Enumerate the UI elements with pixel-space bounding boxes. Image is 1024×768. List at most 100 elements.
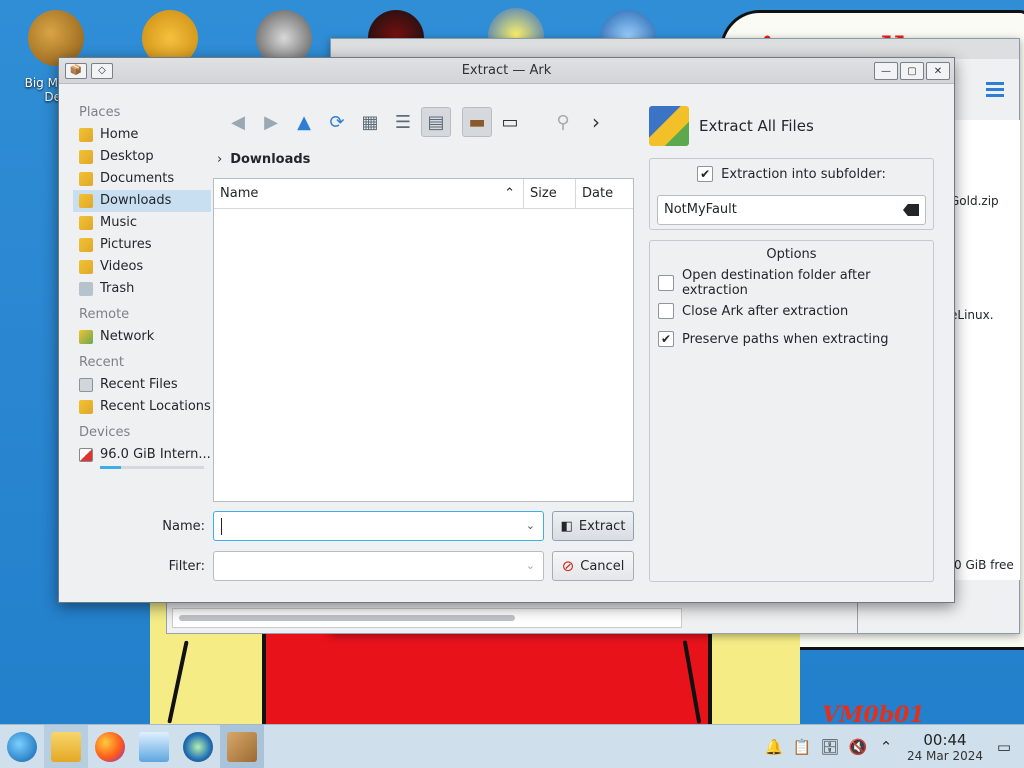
horizontal-scrollbar[interactable]	[172, 608, 682, 628]
sidebar-item-label: Network	[100, 329, 155, 344]
column-header-date[interactable]: Date	[576, 179, 633, 208]
sidebar-item-trash[interactable]: Trash	[73, 278, 211, 300]
close-button[interactable]: ✕	[926, 62, 950, 80]
task-system-settings[interactable]	[132, 725, 176, 768]
chevron-down-icon[interactable]: ⌄	[526, 559, 535, 572]
notifications-bell-icon[interactable]: 🔔	[760, 738, 788, 756]
sidebar-item-recent-locations[interactable]: Recent Locations	[73, 396, 211, 418]
cancel-button[interactable]: ⊘ Cancel	[552, 551, 634, 581]
options-group: Options Open destination folder after ex…	[649, 240, 934, 582]
back-arrow-icon[interactable]: ◀	[223, 107, 253, 137]
breadcrumb[interactable]: › Downloads	[217, 152, 310, 167]
drive-usage-fill	[100, 466, 121, 469]
sidebar-item-drive[interactable]: 96.0 GiB Intern...	[73, 444, 211, 466]
clock[interactable]: 00:44 24 Mar 2024	[904, 730, 986, 763]
volume-muted-icon[interactable]: 🔇	[844, 738, 872, 756]
clear-text-icon[interactable]	[903, 204, 919, 216]
sidebar-item-label: Home	[100, 127, 139, 142]
app-menu-icon[interactable]: 📦	[65, 62, 87, 79]
sort-ascending-icon: ⌃	[504, 186, 515, 201]
open-destination-checkbox[interactable]	[658, 275, 674, 291]
filter-combobox[interactable]: ⌄	[213, 551, 544, 581]
recent-files-icon	[79, 378, 93, 392]
vm-watermark: VM0b01	[822, 702, 925, 724]
keep-above-icon[interactable]: ◇	[91, 62, 113, 79]
task-ark[interactable]	[220, 724, 264, 768]
sidebar-item-videos[interactable]: Videos	[73, 256, 211, 278]
desktop-folder-icon	[79, 150, 93, 164]
forward-arrow-icon[interactable]: ▶	[256, 107, 286, 137]
background-window-titlebar	[331, 39, 1019, 59]
scrollbar-thumb[interactable]	[179, 615, 515, 621]
close-ark-checkbox[interactable]	[658, 303, 674, 319]
column-label: Name	[220, 186, 259, 201]
sidebar-item-label: Recent Files	[100, 377, 178, 392]
sidebar-item-home[interactable]: Home	[73, 124, 211, 146]
subfolder-name-field[interactable]: NotMyFault	[657, 195, 926, 225]
storage-device-icon[interactable]: 🗄	[816, 738, 844, 756]
option-preserve-paths[interactable]: ✔ Preserve paths when extracting	[658, 325, 933, 353]
option-open-destination[interactable]: Open destination folder after extraction	[658, 268, 933, 298]
task-firefox[interactable]	[88, 725, 132, 768]
reload-icon[interactable]: ⟳	[322, 107, 352, 137]
extract-header: Extract All Files	[649, 106, 814, 146]
extract-button[interactable]: ◧ Extract	[552, 511, 634, 541]
subfolder-checkbox-row[interactable]: ✔ Extraction into subfolder:	[650, 160, 933, 188]
sidebar-item-label: Desktop	[100, 149, 154, 164]
compact-view-icon[interactable]: ☰	[388, 107, 418, 137]
task-network-globe[interactable]	[176, 725, 220, 768]
sidebar-item-music[interactable]: Music	[73, 212, 211, 234]
chevron-up-icon[interactable]: ⌃	[872, 738, 900, 756]
sidebar-item-recent-files[interactable]: Recent Files	[73, 374, 211, 396]
show-desktop-icon[interactable]: ▭	[990, 738, 1018, 756]
subfolder-checkbox[interactable]: ✔	[697, 166, 714, 182]
sidebar-item-label: Downloads	[100, 193, 172, 208]
column-header-name[interactable]: Name ⌃	[214, 179, 524, 208]
sidebar-item-desktop[interactable]: Desktop	[73, 146, 211, 168]
file-list[interactable]: Name ⌃ Size Date	[213, 178, 634, 502]
preview-icon[interactable]: ▬	[462, 107, 492, 137]
start-menu-button[interactable]	[0, 725, 44, 768]
sidebar-item-label: Recent Locations	[100, 399, 211, 414]
settings-panel-icon	[139, 731, 169, 762]
option-label: Open destination folder after extraction	[682, 268, 871, 298]
minimize-button[interactable]: —	[874, 62, 898, 80]
preserve-paths-checkbox[interactable]: ✔	[658, 331, 674, 347]
videos-folder-icon	[79, 260, 93, 274]
extract-icon: ◧	[560, 518, 573, 534]
sidebar-item-documents[interactable]: Documents	[73, 168, 211, 190]
sidebar-item-network[interactable]: Network	[73, 326, 211, 348]
search-icon[interactable]: ⚲	[548, 107, 578, 137]
icons-view-icon[interactable]: ▦	[355, 107, 385, 137]
drive-icon	[79, 448, 93, 462]
extract-dialog: 📦 ◇ Extract — Ark — ▢ ✕ Places Home Desk…	[58, 57, 955, 603]
option-label: Preserve paths when extracting	[682, 331, 889, 347]
maximize-button[interactable]: ▢	[900, 62, 924, 80]
file-list-header: Name ⌃ Size Date	[214, 179, 633, 209]
background-file-name: eLinux.	[950, 308, 994, 322]
column-header-size[interactable]: Size	[524, 179, 576, 208]
hamburger-menu-icon[interactable]	[986, 82, 1004, 98]
sidebar-item-label: Documents	[100, 171, 175, 186]
text-cursor	[221, 518, 222, 535]
clock-time: 00:44	[923, 730, 967, 749]
sidebar-item-downloads[interactable]: Downloads	[73, 190, 211, 212]
globe-icon	[183, 731, 213, 762]
option-close-ark[interactable]: Close Ark after extraction	[658, 297, 933, 325]
name-combobox[interactable]: ⌄	[213, 511, 544, 541]
up-arrow-icon[interactable]: ▲	[289, 107, 319, 137]
folder-icon	[51, 731, 81, 762]
background-file-name: Gold.zip	[950, 194, 999, 208]
split-view-icon[interactable]: ▭	[495, 107, 525, 137]
recent-locations-icon	[79, 400, 93, 414]
taskbar: 🔔 📋 🗄 🔇 ⌃ 00:44 24 Mar 2024 ▭	[0, 724, 1024, 768]
clipboard-icon[interactable]: 📋	[788, 738, 816, 756]
chevron-down-icon[interactable]: ⌄	[526, 519, 535, 532]
sidebar-item-pictures[interactable]: Pictures	[73, 234, 211, 256]
breadcrumb-folder[interactable]: Downloads	[230, 152, 310, 167]
detailed-view-icon[interactable]: ▤	[421, 107, 451, 137]
dialog-titlebar[interactable]: 📦 ◇ Extract — Ark — ▢ ✕	[59, 58, 954, 84]
task-file-manager[interactable]	[44, 724, 88, 768]
chevron-right-icon[interactable]: ›	[581, 107, 611, 137]
pictures-folder-icon	[79, 238, 93, 252]
